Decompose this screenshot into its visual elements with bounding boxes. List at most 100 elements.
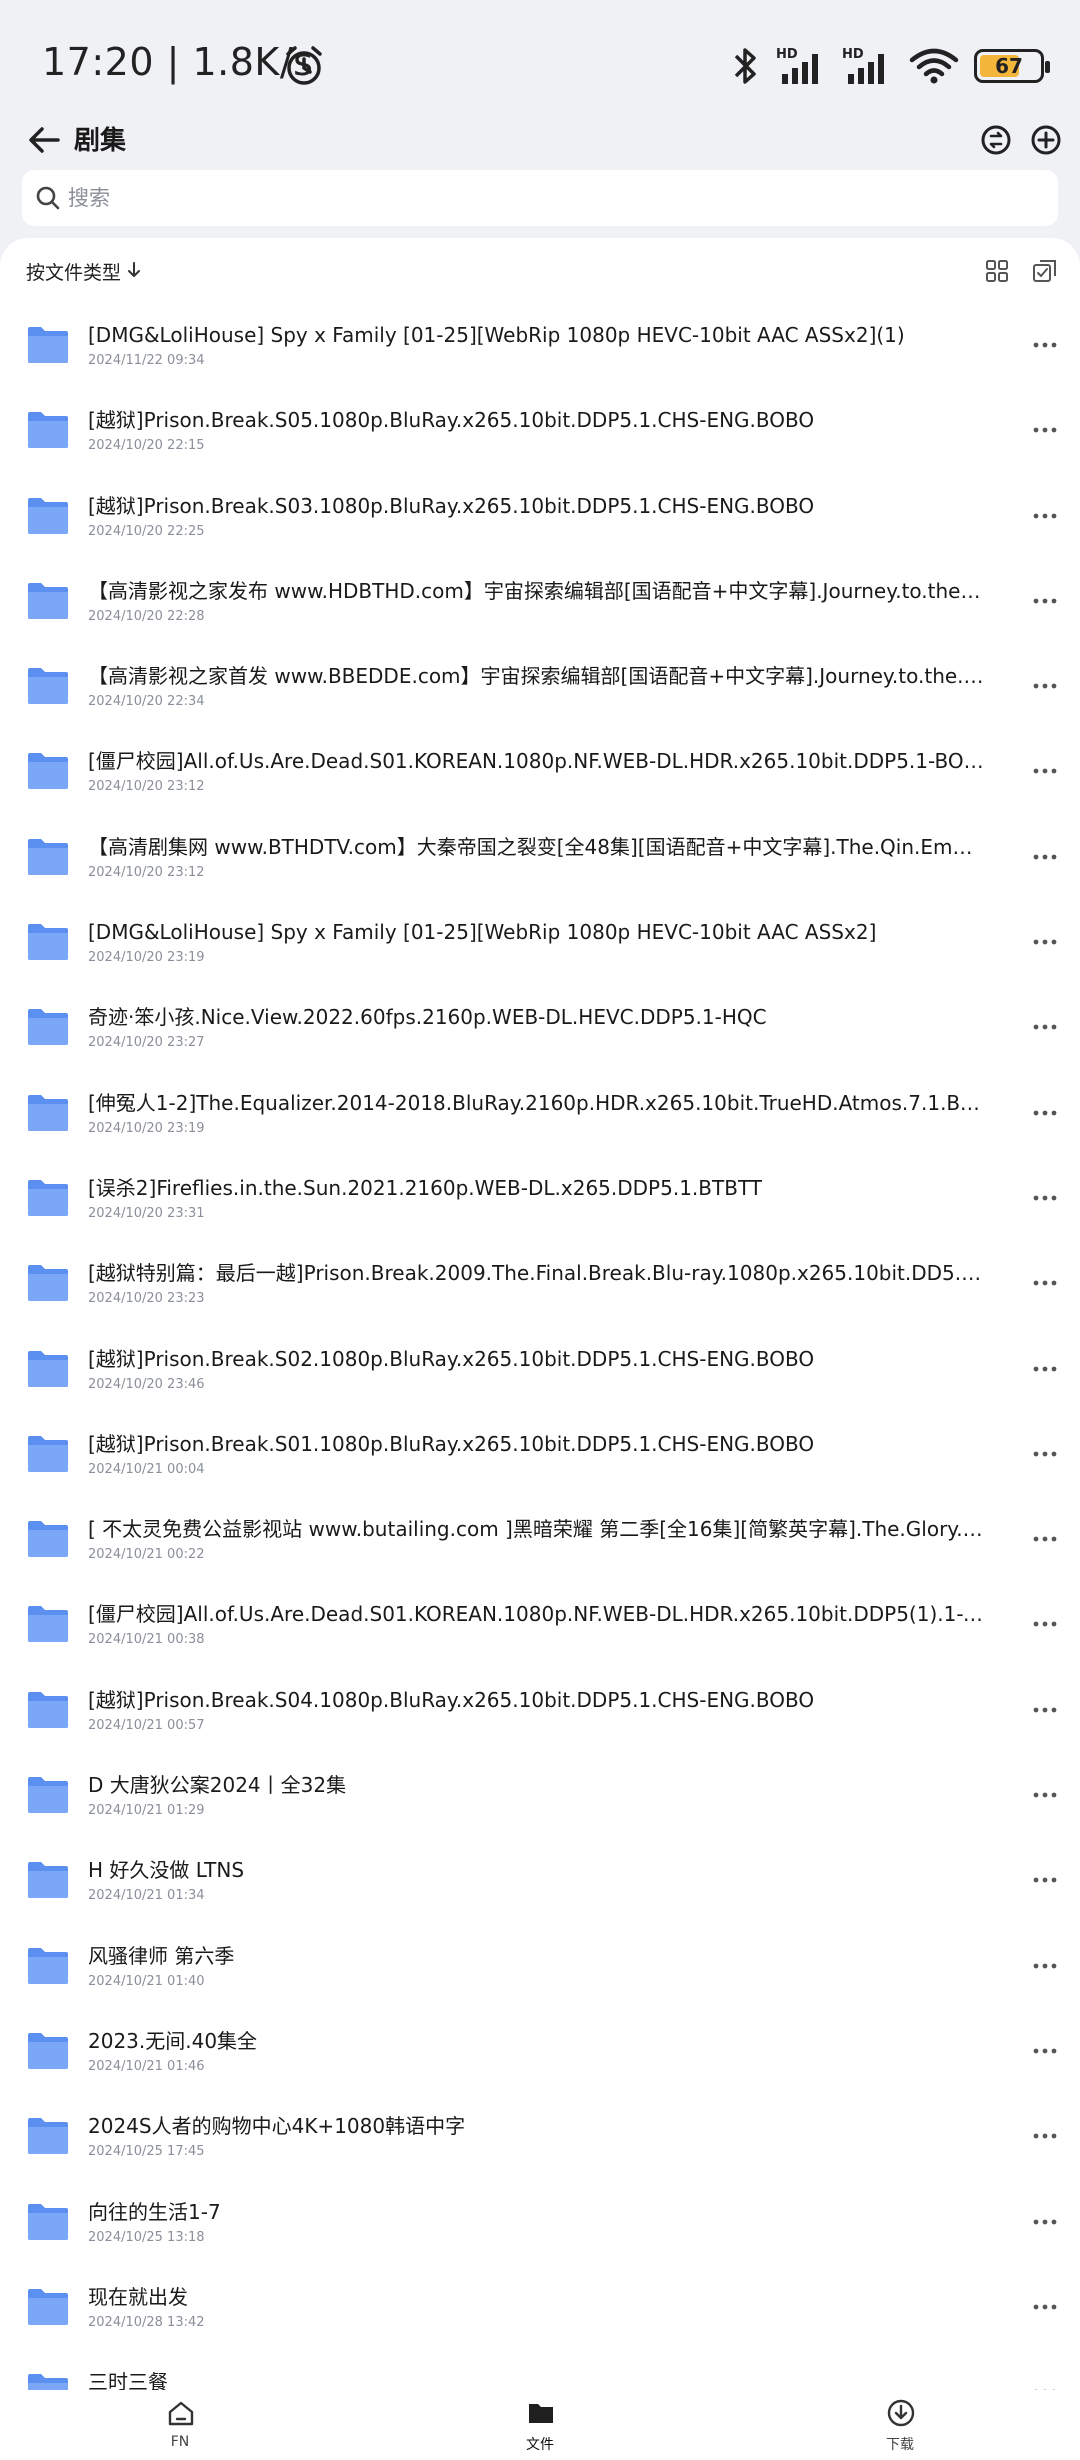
file-name: 奇迹·笨小孩.Nice.View.2022.60fps.2160p.WEB-DL…	[88, 1005, 767, 1030]
more-options-icon[interactable]	[1030, 1098, 1060, 1128]
file-row[interactable]: [越狱特别篇：最后一越]Prison.Break.2009.The.Final.…	[0, 1240, 1080, 1325]
file-row[interactable]: 【高清影视之家首发 www.BBEDDE.com】宇宙探索编辑部[国语配音+中文…	[0, 643, 1080, 728]
more-options-icon[interactable]	[1030, 1780, 1060, 1810]
folder-icon	[26, 582, 70, 620]
more-options-icon[interactable]	[1030, 1695, 1060, 1725]
status-bar: 17:20 | 1.8K/s HD HD 67	[0, 0, 1080, 120]
battery-indicator: 67	[974, 49, 1050, 83]
more-options-icon[interactable]	[1030, 2377, 1060, 2390]
more-options-icon[interactable]	[1030, 2036, 1060, 2066]
more-options-icon[interactable]	[1030, 501, 1060, 531]
file-row[interactable]: 向往的生活1-7 2024/10/25 13:18	[0, 2179, 1080, 2264]
more-options-icon[interactable]	[1030, 842, 1060, 872]
more-options-icon[interactable]	[1030, 1609, 1060, 1639]
file-name: [越狱特别篇：最后一越]Prison.Break.2009.The.Final.…	[88, 1261, 984, 1286]
file-row[interactable]: [DMG&LoliHouse] Spy x Family [01-25][Web…	[0, 899, 1080, 984]
more-options-icon[interactable]	[1030, 1524, 1060, 1554]
file-date: 2024/10/20 22:15	[88, 438, 205, 454]
file-row[interactable]: 风骚律师 第六季 2024/10/21 01:40	[0, 1923, 1080, 2008]
nav-files[interactable]: 文件	[480, 2390, 600, 2460]
page-title: 剧集	[74, 126, 127, 156]
file-row[interactable]: 【高清影视之家发布 www.HDBTHD.com】宇宙探索编辑部[国语配音+中文…	[0, 558, 1080, 643]
file-date: 2024/10/28 13:42	[88, 2314, 205, 2330]
more-options-icon[interactable]	[1030, 1865, 1060, 1895]
file-date: 2024/10/21 00:04	[88, 1461, 205, 1477]
file-row[interactable]: 现在就出发 2024/10/28 13:42	[0, 2264, 1080, 2349]
file-row[interactable]: [僵尸校园]All.of.Us.Are.Dead.S01.KOREAN.1080…	[0, 728, 1080, 813]
search-icon	[36, 186, 60, 210]
file-name: H 好久没做 LTNS	[88, 1858, 245, 1883]
file-row[interactable]: 奇迹·笨小孩.Nice.View.2022.60fps.2160p.WEB-DL…	[0, 984, 1080, 1069]
file-row[interactable]: [越狱]Prison.Break.S04.1080p.BluRay.x265.1…	[0, 1667, 1080, 1752]
nav-label-download: 下载	[886, 2437, 914, 2453]
more-options-icon[interactable]	[1030, 756, 1060, 786]
search-bar[interactable]	[22, 170, 1058, 226]
more-options-icon[interactable]	[1030, 1951, 1060, 1981]
folder-icon	[26, 1179, 70, 1217]
file-name: D 大唐狄公案2024丨全32集	[88, 1773, 347, 1798]
file-date: 2024/10/21 00:38	[88, 1632, 205, 1648]
file-date: 2024/10/20 22:25	[88, 523, 205, 539]
more-options-icon[interactable]	[1030, 415, 1060, 445]
file-date: 2024/10/20 23:46	[88, 1376, 205, 1392]
folder-icon	[26, 667, 70, 705]
multi-select-icon[interactable]	[1030, 256, 1060, 286]
file-row[interactable]: 2024S人者的购物中心4K+1080韩语中字 2024/10/25 17:45	[0, 2093, 1080, 2178]
nav-fn[interactable]: FN	[120, 2390, 240, 2460]
file-row[interactable]: [僵尸校园]All.of.Us.Are.Dead.S01.KOREAN.1080…	[0, 1581, 1080, 1666]
file-row[interactable]: [越狱]Prison.Break.S03.1080p.BluRay.x265.1…	[0, 473, 1080, 558]
more-options-icon[interactable]	[1030, 586, 1060, 616]
more-options-icon[interactable]	[1030, 1268, 1060, 1298]
nav-label-files: 文件	[526, 2437, 554, 2453]
folder-icon	[26, 1520, 70, 1558]
file-name: 【高清影视之家首发 www.BBEDDE.com】宇宙探索编辑部[国语配音+中文…	[88, 664, 984, 689]
add-icon[interactable]	[1024, 118, 1068, 162]
file-row[interactable]: [误杀2]Fireflies.in.the.Sun.2021.2160p.WEB…	[0, 1155, 1080, 1240]
file-date: 2024/10/21 01:40	[88, 1973, 205, 1989]
file-row[interactable]: [伸冤人1-2]The.Equalizer.2014-2018.BluRay.2…	[0, 1070, 1080, 1155]
search-input[interactable]	[68, 170, 1028, 226]
folder-icon	[26, 923, 70, 961]
more-options-icon[interactable]	[1030, 1439, 1060, 1469]
file-row[interactable]: 【高清剧集网 www.BTHDTV.com】大秦帝国之裂变[全48集][国语配音…	[0, 814, 1080, 899]
more-options-icon[interactable]	[1030, 2292, 1060, 2322]
file-row[interactable]: D 大唐狄公案2024丨全32集 2024/10/21 01:29	[0, 1752, 1080, 1837]
file-name: [越狱]Prison.Break.S01.1080p.BluRay.x265.1…	[88, 1431, 815, 1456]
file-row[interactable]: [越狱]Prison.Break.S01.1080p.BluRay.x265.1…	[0, 1411, 1080, 1496]
more-options-icon[interactable]	[1030, 927, 1060, 957]
file-row[interactable]: 2023.无间.40集全 2024/10/21 01:46	[0, 2008, 1080, 2093]
more-options-icon[interactable]	[1030, 1183, 1060, 1213]
sort-label[interactable]: 按文件类型	[26, 258, 121, 285]
sync-icon[interactable]	[974, 118, 1018, 162]
file-date: 2024/10/20 23:27	[88, 1035, 205, 1051]
more-options-icon[interactable]	[1030, 1012, 1060, 1042]
file-name: [僵尸校园]All.of.Us.Are.Dead.S01.KOREAN.1080…	[88, 749, 984, 774]
more-options-icon[interactable]	[1030, 2207, 1060, 2237]
file-date: 2024/10/20 22:28	[88, 608, 205, 624]
more-options-icon[interactable]	[1030, 1354, 1060, 1384]
grid-view-icon[interactable]	[982, 256, 1012, 286]
file-name: [伸冤人1-2]The.Equalizer.2014-2018.BluRay.2…	[88, 1090, 984, 1115]
folder-icon	[26, 838, 70, 876]
file-row[interactable]: [ 不太灵免费公益影视站 www.butailing.com ]黑暗荣耀 第二季…	[0, 1496, 1080, 1581]
folder-icon	[26, 2288, 70, 2326]
file-row[interactable]: [越狱]Prison.Break.S02.1080p.BluRay.x265.1…	[0, 1326, 1080, 1411]
sort-arrow-icon[interactable]	[122, 258, 146, 282]
status-time: 17:20 | 1.8K/s	[42, 40, 314, 84]
nav-download[interactable]: 下载	[840, 2390, 960, 2460]
more-options-icon[interactable]	[1030, 671, 1060, 701]
file-list: [DMG&LoliHouse] Spy x Family [01-25][Web…	[0, 302, 1080, 2390]
back-icon[interactable]	[22, 118, 66, 162]
file-date: 2024/10/21 01:29	[88, 1803, 205, 1819]
file-row[interactable]: 三时三餐	[0, 2349, 1080, 2390]
more-options-icon[interactable]	[1030, 330, 1060, 360]
folder-icon	[26, 2117, 70, 2155]
file-name: 向往的生活1-7	[88, 2199, 221, 2224]
file-name: 【高清影视之家发布 www.HDBTHD.com】宇宙探索编辑部[国语配音+中文…	[88, 578, 984, 603]
file-row[interactable]: H 好久没做 LTNS 2024/10/21 01:34	[0, 1837, 1080, 1922]
more-options-icon[interactable]	[1030, 2121, 1060, 2151]
file-row[interactable]: [越狱]Prison.Break.S05.1080p.BluRay.x265.1…	[0, 387, 1080, 472]
file-row[interactable]: [DMG&LoliHouse] Spy x Family [01-25][Web…	[0, 302, 1080, 387]
signal-hd-1-icon: HD	[776, 47, 818, 84]
file-date: 2024/10/25 13:18	[88, 2229, 205, 2245]
